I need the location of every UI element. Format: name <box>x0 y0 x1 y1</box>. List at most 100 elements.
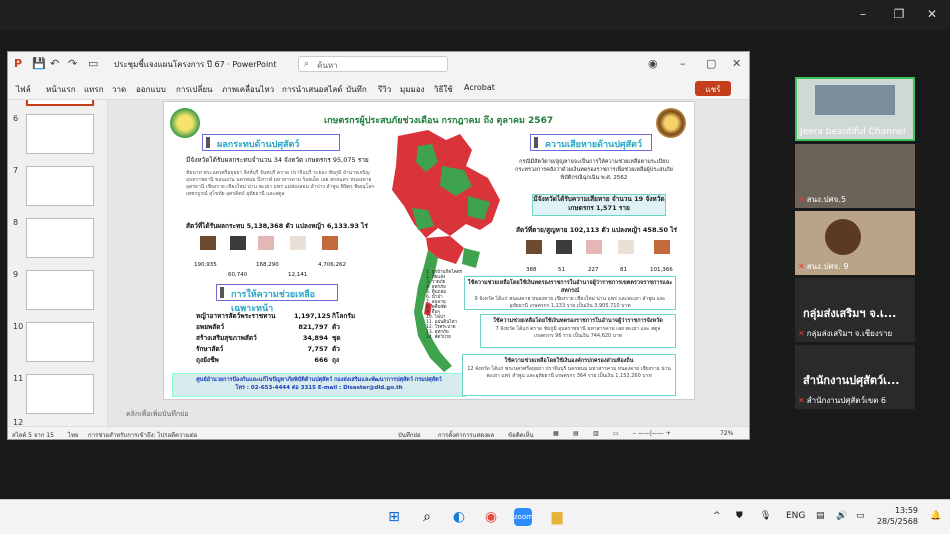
chicken-icon <box>654 240 670 254</box>
notes-pane[interactable]: คลิกเพื่อเพิ่มบันทึกย่อ <box>108 407 749 421</box>
tab-file[interactable]: ไฟล์ <box>16 83 31 96</box>
edge-icon[interactable]: ◐ <box>450 508 468 526</box>
redo-icon[interactable]: ↷ <box>68 57 77 70</box>
ribbon-tabs: ไฟล์ หน้าแรก แทรก วาด ออกแบบ การเปลี่ยน … <box>8 78 749 100</box>
start-icon[interactable]: ⊞ <box>385 508 403 526</box>
notification-icon[interactable]: 🔔 <box>930 511 941 521</box>
participant-tile[interactable]: สำนักงานปศุสัตว์เ... ✕ สำนักงานปศุสัตว์เข… <box>795 345 915 409</box>
sorter-view-icon[interactable]: ▤ <box>573 430 579 437</box>
participant-tile[interactable]: กลุ่มส่งเสริมฯ จ.เ... ✕ กลุ่มส่งเสริมฯ จ.… <box>795 278 915 342</box>
battery-icon[interactable]: ▭ <box>856 511 865 521</box>
loss-header: ความเสียหายด้านปศุสัตว์ <box>530 134 652 151</box>
zoom-slider[interactable]: – ——|—— + <box>633 430 671 437</box>
zoom-icon[interactable]: zoom <box>514 508 533 526</box>
meeting-title-bar: – ❐ ✕ <box>0 0 950 30</box>
close-icon[interactable]: ✕ <box>922 7 942 21</box>
security-icon[interactable]: ⛊ <box>736 511 743 521</box>
account-icon[interactable]: ◉ <box>648 57 658 70</box>
search-icon[interactable]: ⌕ <box>418 508 436 526</box>
taskbar: ⊞ ⌕ ◐ ◉ zoom ▆ ^ ⛊ 🎙 ENG ▤ 🔊 ▭ 13:59 28/… <box>0 499 950 534</box>
tab-insert[interactable]: แทรก <box>84 83 104 96</box>
impact-animals: สัตว์ที่ได้รับผลกระทบ 5,138,368 ตัว แปลง… <box>186 222 368 230</box>
chrome-icon[interactable]: ◉ <box>482 508 500 526</box>
slide-counter: สไลด์ 5 จาก 15 <box>12 432 54 439</box>
tab-design[interactable]: ออกแบบ <box>136 83 166 96</box>
network-icon[interactable]: ▤ <box>816 511 825 521</box>
slideshow-view-icon[interactable]: ▭ <box>613 430 619 437</box>
undo-icon[interactable]: ↶ <box>50 57 59 70</box>
buffalo-icon <box>230 236 246 250</box>
aid-box-governor: ใช้ความช่วยเหลือโดยใช้เงินทดรองราชการในอ… <box>480 314 676 348</box>
mic-muted-icon: ✕ <box>798 262 805 271</box>
thumbnail[interactable]: 12 <box>8 418 107 426</box>
comments-button[interactable]: ข้อคิดเห็น <box>508 430 534 439</box>
tab-slideshow[interactable]: การนำเสนอสไลด์ <box>282 83 343 96</box>
participant-tile[interactable]: ✕ สนง.ปศจ. 9 <box>795 211 915 275</box>
impact-count: 60,740 <box>228 272 248 278</box>
normal-view-icon[interactable]: ▦ <box>553 430 559 437</box>
emblem-logo-icon <box>656 108 686 138</box>
thumbnail[interactable]: 10 <box>8 322 107 370</box>
aid-box-local: ใช้ความช่วยเหลือโดยใช้เงินองค์กรปกครองส่… <box>462 354 676 396</box>
minimize-icon[interactable]: – <box>853 7 873 21</box>
thumbnail[interactable]: 6 <box>8 114 107 162</box>
impact-header: ผลกระทบด้านปศุสัตว์ <box>202 134 340 151</box>
system-clock[interactable]: 13:59 28/5/2568 <box>877 505 918 527</box>
loss-count: 81 <box>620 267 627 273</box>
participant-tile[interactable]: ✕ สนง.ปศจ.5 <box>795 144 915 208</box>
mic-muted-icon: ✕ <box>798 329 805 338</box>
status-bar: สไลด์ 5 จาก 15 ไทย การช่วยสำหรับการเข้าถ… <box>8 426 749 439</box>
powerpoint-logo-icon: P <box>14 57 23 70</box>
chevron-up-icon[interactable]: ^ <box>713 511 721 521</box>
tab-animations[interactable]: ภาพเคลื่อนไหว <box>222 83 274 96</box>
close-icon[interactable]: ✕ <box>732 57 741 70</box>
participant-tile-active[interactable]: Jeera beautiful Channel <box>795 77 915 141</box>
microphone-icon[interactable]: 🎙 <box>760 511 771 521</box>
volume-icon[interactable]: 🔊 <box>836 511 847 521</box>
thumbnail[interactable]: 7 <box>8 166 107 214</box>
tab-draw[interactable]: วาด <box>112 83 126 96</box>
dld-logo-icon <box>170 108 200 138</box>
minimize-icon[interactable]: – <box>680 57 686 70</box>
impact-count: 12,141 <box>288 272 308 278</box>
present-icon[interactable]: ▭ <box>88 57 98 70</box>
tab-view[interactable]: มุมมอง <box>400 83 425 96</box>
special-aid-header: การให้ความช่วยเหลือเฉพาะหน้า <box>216 284 338 314</box>
save-icon[interactable]: 💾 <box>32 57 46 70</box>
zoom-level[interactable]: 72% <box>720 430 733 437</box>
language-indicator[interactable]: ENG <box>786 511 805 521</box>
document-title: ประชุมชี้แจงแผนโครงการ ปี 67 · PowerPoin… <box>114 60 277 69</box>
reading-view-icon[interactable]: ▥ <box>593 430 599 437</box>
tab-review[interactable]: รีวิว <box>378 83 391 96</box>
loss-count: 101,366 <box>650 267 673 273</box>
search-input[interactable]: ⌕ ค้นหา <box>298 56 448 72</box>
maximize-icon[interactable]: ▢ <box>706 57 716 70</box>
tab-help[interactable]: วิธีใช้ <box>434 83 453 96</box>
cattle-icon <box>526 240 542 254</box>
restore-icon[interactable]: ❐ <box>889 7 909 21</box>
notes-button[interactable]: บันทึกย่อ <box>398 430 421 439</box>
tab-acrobat[interactable]: Acrobat <box>464 83 495 92</box>
language-indicator[interactable]: ไทย <box>68 430 79 439</box>
loss-count: 388 <box>526 267 537 273</box>
search-icon: ⌕ <box>304 59 310 69</box>
loss-description: กรณีมีสัตว์ตาย/สูญหายจะเป็นการให้ความช่ว… <box>515 159 673 181</box>
mic-muted-icon: ✕ <box>798 396 805 405</box>
tab-home[interactable]: หน้าแรก <box>46 83 76 96</box>
buffalo-icon <box>556 240 572 254</box>
thumbnail[interactable]: 9 <box>8 270 107 318</box>
accessibility-status[interactable]: การช่วยสำหรับการเข้าถึง: ไปรอตีความต่อ <box>88 430 197 439</box>
file-explorer-icon[interactable]: ▆ <box>548 508 566 526</box>
tab-record[interactable]: บันทึก <box>346 83 367 96</box>
impact-summary: มีจังหวัดได้รับผลกระทบจำนวน 34 จังหวัด เ… <box>186 156 369 164</box>
chicken-icon <box>322 236 338 250</box>
slide-thumbnails: 6 7 8 9 10 11 12 <box>8 100 108 426</box>
cattle-icon <box>200 236 216 250</box>
tab-transitions[interactable]: การเปลี่ยน <box>176 83 213 96</box>
video-feed <box>825 219 861 255</box>
impact-count: 168,290 <box>256 262 279 268</box>
share-button[interactable]: แชร์ <box>695 81 731 96</box>
display-settings-button[interactable]: การตั้งค่าการแสดงผล <box>438 430 494 439</box>
thumbnail[interactable]: 8 <box>8 218 107 266</box>
thumbnail[interactable]: 11 <box>8 374 107 422</box>
